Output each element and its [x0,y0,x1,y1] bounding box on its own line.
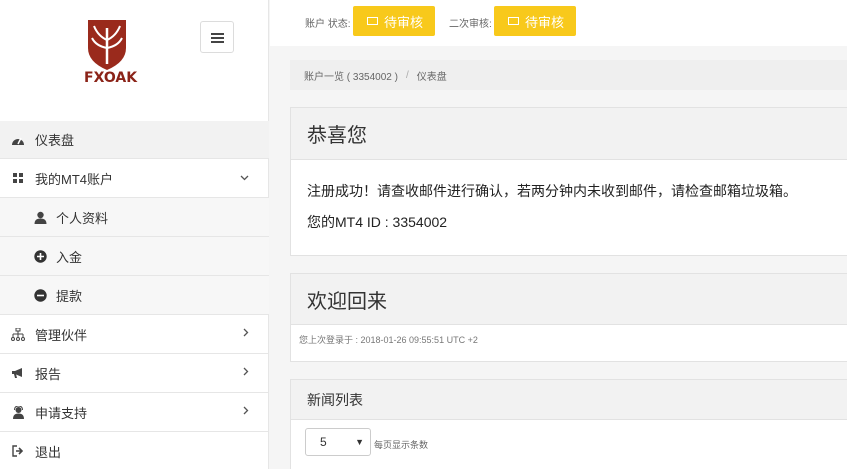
page-size-select[interactable]: 5 ▼ [305,428,371,456]
second-review-badge[interactable]: 待审核 [494,6,576,36]
breadcrumb-account-link[interactable]: 账户一览 ( 3354002 ) [304,68,398,83]
mt4-id-text: 您的MT4 ID : 3354002 [307,214,448,230]
sidebar-item-withdraw[interactable]: 提款 [0,276,269,315]
grid-icon [10,170,26,186]
breadcrumb: 账户一览 ( 3354002 ) / 仪表盘 [290,60,847,90]
sign-out-icon [10,443,26,459]
support-icon [10,404,26,420]
sidebar-item-label: 退出 [35,444,62,460]
sidebar-item-profile[interactable]: 个人资料 [0,198,269,237]
hamburger-icon [211,33,224,35]
id-card-icon [508,17,519,25]
page-size-value: 5 [320,435,327,449]
account-status-bar: 账户 状态: 待审核 二次审核: 待审核 [270,0,847,46]
breadcrumb-current: 仪表盘 [416,71,447,83]
breadcrumb-separator: / [405,69,409,81]
sidebar-item-logout[interactable]: 退出 [0,432,269,469]
id-card-icon [367,17,378,25]
plus-circle-icon [32,248,48,264]
second-review-value: 待审核 [525,14,565,30]
congrats-title: 恭喜您 [291,108,847,160]
sidebar-item-label: 报告 [35,366,62,382]
last-login-text: 您上次登录于 : 2018-01-26 09:55:51 UTC +2 [299,335,478,345]
sidebar-nav: 仪表盘 我的MT4账户 个人资料 入金 提款 管理伙伴 报告 申请支持 退出 [0,121,269,469]
sidebar-item-deposit[interactable]: 入金 [0,237,269,276]
sidebar-item-partners[interactable]: 管理伙伴 [0,315,269,354]
sidebar-item-label: 我的MT4账户 [35,171,114,187]
sidebar-item-dashboard[interactable]: 仪表盘 [0,121,269,159]
page-size-label: 每页显示条数 [374,440,429,450]
chevron-right-icon [243,406,249,418]
user-icon [32,209,48,225]
congrats-panel: 恭喜您 注册成功！请查收邮件进行确认，若两分钟内未收到邮件，请检查邮箱垃圾箱。 … [290,107,847,256]
chevron-right-icon [243,367,249,379]
sitemap-icon [10,326,26,342]
menu-toggle-button[interactable] [200,21,234,53]
welcome-title: 欢迎回来 [291,274,847,325]
sidebar-item-label: 管理伙伴 [35,327,88,343]
chevron-right-icon [243,328,249,340]
account-status-badge[interactable]: 待审核 [353,6,435,36]
sidebar-item-label: 仪表盘 [35,133,75,148]
sidebar: FXOAK 仪表盘 我的MT4账户 个人资料 入金 提款 管理伙伴 报告 申请支… [0,0,269,469]
account-status-value: 待审核 [384,14,424,30]
main-content: 账户 状态: 待审核 二次审核: 待审核 账户一览 ( 3354002 ) / … [270,0,847,469]
second-review-label: 二次审核: [449,19,492,30]
sidebar-item-reports[interactable]: 报告 [0,354,269,393]
sidebar-item-label: 入金 [56,249,83,265]
news-panel: 新闻列表 5 ▼ 每页显示条数 [290,379,847,469]
bullhorn-icon [10,365,26,381]
dashboard-icon [10,132,26,148]
brand-name: FXOAK [84,70,138,86]
news-title: 新闻列表 [291,380,847,420]
chevron-down-icon [240,172,249,184]
minus-circle-icon [32,287,48,303]
registration-message: 注册成功！请查收邮件进行确认，若两分钟内未收到邮件，请检查邮箱垃圾箱。 [307,183,797,199]
sidebar-item-support[interactable]: 申请支持 [0,393,269,432]
sidebar-item-mt4-accounts[interactable]: 我的MT4账户 [0,159,269,198]
sidebar-item-label: 个人资料 [56,210,109,226]
sidebar-item-label: 提款 [56,288,83,304]
caret-down-icon: ▼ [355,437,364,447]
sidebar-item-label: 申请支持 [35,405,88,421]
account-status-label: 账户 状态: [305,19,351,30]
welcome-panel: 欢迎回来 您上次登录于 : 2018-01-26 09:55:51 UTC +2 [290,273,847,362]
